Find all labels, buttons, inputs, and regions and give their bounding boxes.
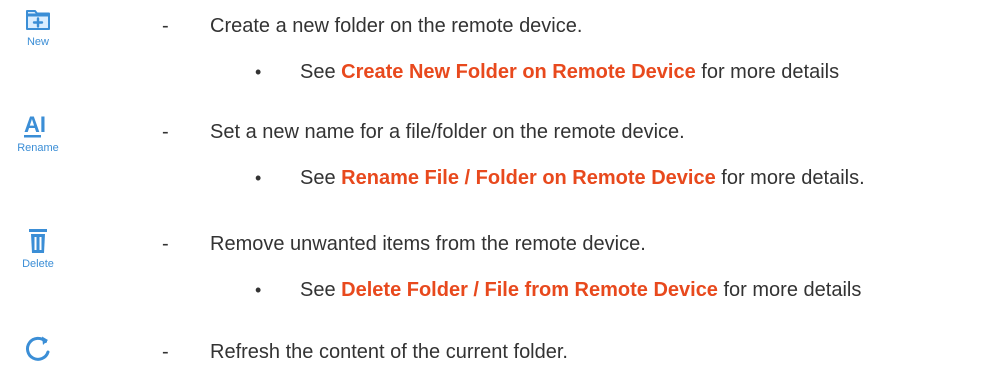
new-label: New bbox=[26, 36, 49, 48]
row-description: Remove unwanted items from the remote de… bbox=[210, 233, 646, 255]
bullet: • bbox=[255, 280, 262, 300]
trash-icon bbox=[27, 228, 49, 254]
rename-icon: AI bbox=[22, 112, 54, 138]
rename-icon-glyph: AI bbox=[24, 112, 46, 137]
delete-label: Delete bbox=[22, 258, 54, 270]
see-suffix: for more details bbox=[695, 61, 840, 83]
refresh-icon bbox=[23, 334, 53, 364]
see-suffix: for more details. bbox=[715, 167, 865, 189]
see-line: See Delete Folder / File from Remote Dev… bbox=[300, 278, 861, 302]
see-prefix: See bbox=[300, 167, 342, 189]
rename-tool[interactable]: AI Rename bbox=[0, 112, 76, 155]
refresh-tool[interactable] bbox=[0, 334, 76, 364]
new-tool[interactable]: New bbox=[0, 8, 76, 49]
row-dash: - bbox=[162, 233, 169, 255]
delete-tool[interactable]: Delete bbox=[0, 228, 76, 271]
bullet: • bbox=[255, 62, 262, 82]
create-folder-link[interactable]: Create New Folder on Remote Device bbox=[341, 61, 696, 83]
see-suffix: for more details bbox=[717, 279, 862, 301]
see-line: See Create New Folder on Remote Device f… bbox=[300, 60, 839, 84]
row-dash: - bbox=[162, 341, 169, 363]
see-prefix: See bbox=[300, 61, 342, 83]
rename-label: Rename bbox=[17, 142, 59, 154]
see-prefix: See bbox=[300, 279, 342, 301]
row-description: Set a new name for a file/folder on the … bbox=[210, 121, 685, 143]
bullet: • bbox=[255, 168, 262, 188]
rename-link[interactable]: Rename File / Folder on Remote Device bbox=[341, 167, 716, 189]
row-description: Create a new folder on the remote device… bbox=[210, 15, 583, 37]
row-dash: - bbox=[162, 121, 169, 143]
new-folder-icon bbox=[26, 8, 50, 30]
see-line: See Rename File / Folder on Remote Devic… bbox=[300, 166, 865, 190]
delete-link[interactable]: Delete Folder / File from Remote Device bbox=[341, 279, 718, 301]
row-description: Refresh the content of the current folde… bbox=[210, 341, 568, 363]
row-dash: - bbox=[162, 15, 169, 37]
